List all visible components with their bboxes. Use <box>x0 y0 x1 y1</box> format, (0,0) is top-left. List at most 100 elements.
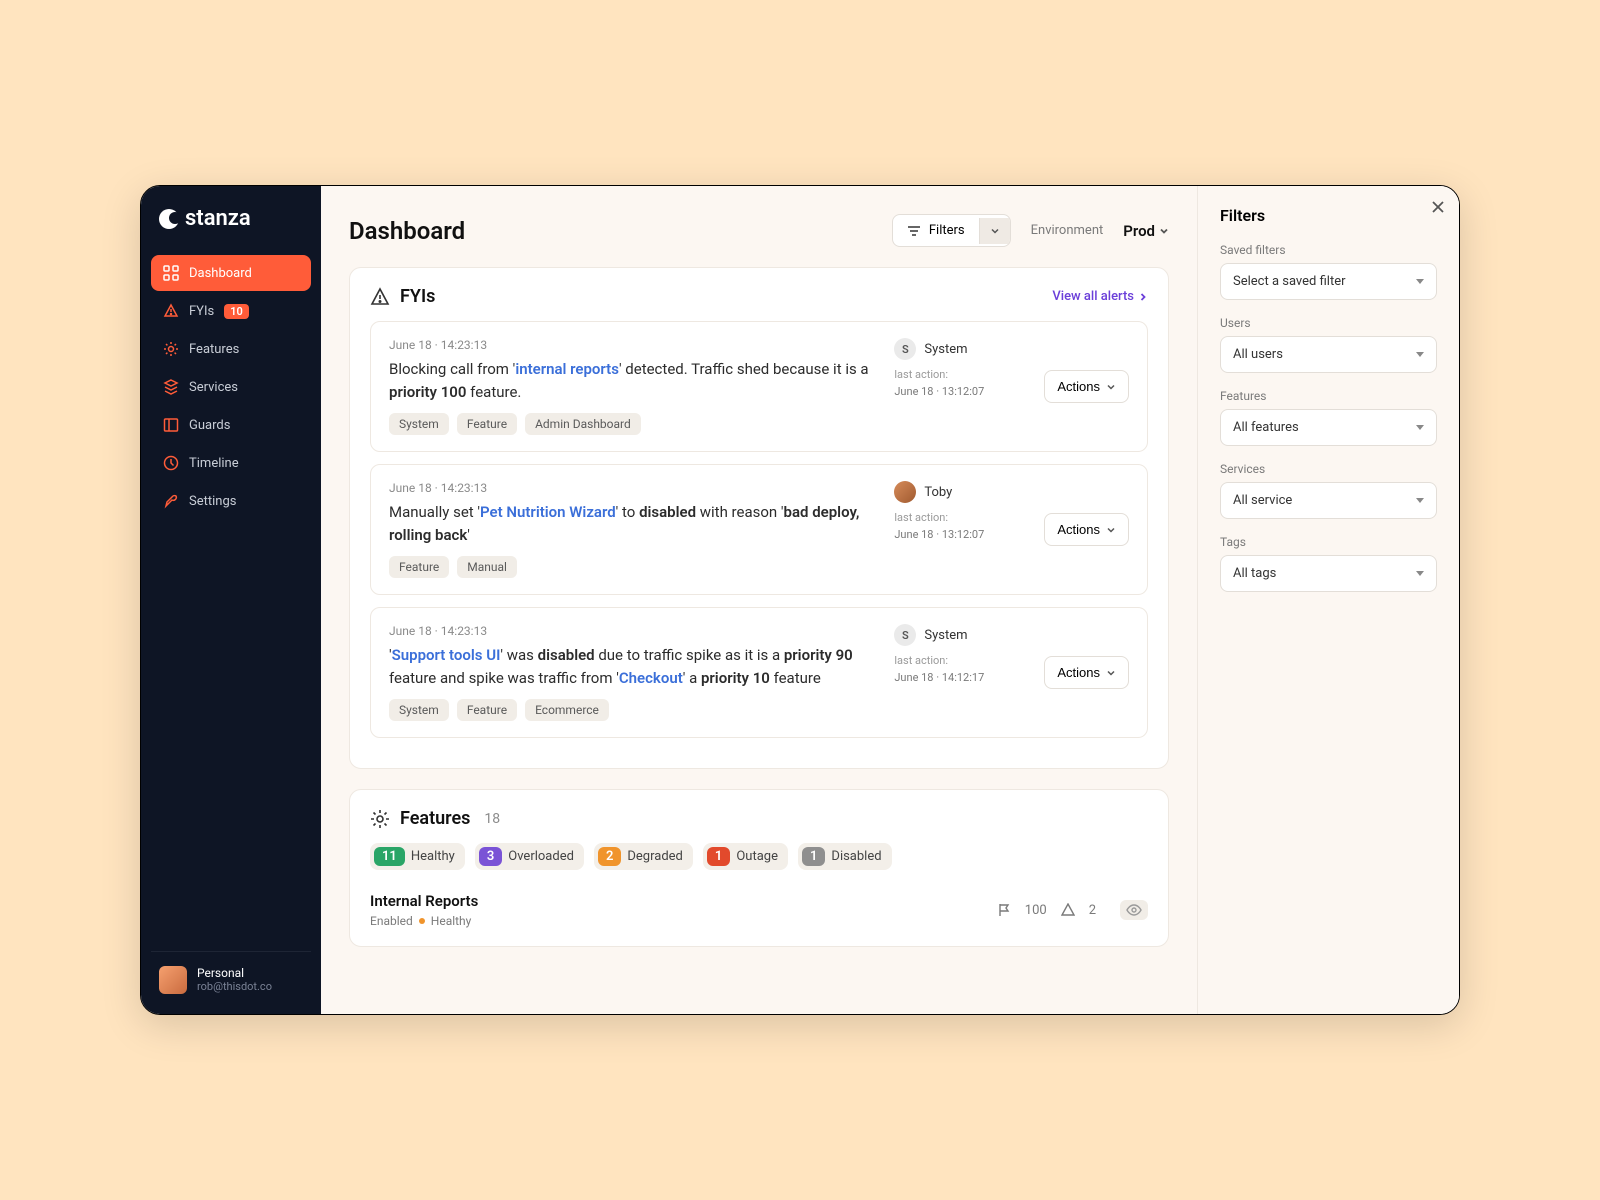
filter-label: Features <box>1220 389 1437 403</box>
alert-item: June 18 · 14:23:13 Blocking call from 'i… <box>370 321 1148 452</box>
logo-icon <box>159 209 179 229</box>
sidebar: stanza Dashboard FYIs 10 Features <box>141 186 321 1014</box>
actions-label: Actions <box>1057 379 1100 394</box>
alert-timestamp: June 18 · 14:23:13 <box>389 624 874 638</box>
chevron-down-icon <box>1106 382 1116 392</box>
alert-timestamp: June 18 · 14:23:13 <box>389 338 874 352</box>
alert-meta: Toby last action: June 18 · 13:12:07 <box>894 481 1024 578</box>
sidebar-item-fyis[interactable]: FYIs 10 <box>151 293 311 329</box>
sidebar-item-label: Dashboard <box>189 266 252 281</box>
tag[interactable]: Feature <box>389 556 449 578</box>
filters-button-label: Filters <box>929 223 965 238</box>
filter-features: Features All features <box>1220 389 1437 446</box>
sidebar-item-dashboard[interactable]: Dashboard <box>151 255 311 291</box>
last-action-label: last action: <box>894 511 948 524</box>
gear-icon <box>163 341 179 357</box>
actor-initial: S <box>894 624 916 646</box>
alert-feature-link[interactable]: Checkout <box>619 669 683 687</box>
services-select[interactable]: All service <box>1220 482 1437 519</box>
features-stats: 11Healthy 3Overloaded 2Degraded 1Outage … <box>370 843 1148 870</box>
sidebar-item-services[interactable]: Services <box>151 369 311 405</box>
actions-button[interactable]: Actions <box>1044 513 1129 546</box>
sidebar-item-label: FYIs <box>189 304 214 319</box>
stat-outage[interactable]: 1Outage <box>703 843 788 870</box>
feature-name: Internal Reports <box>370 892 981 910</box>
alert-message: Blocking call from 'internal reports' de… <box>389 358 874 403</box>
chevron-down-icon <box>1106 525 1116 535</box>
fyis-card-header: FYIs View all alerts <box>370 286 1148 307</box>
alert-feature-link[interactable]: Support tools UI <box>392 646 501 664</box>
saved-filters-select[interactable]: Select a saved filter <box>1220 263 1437 300</box>
stat-overloaded[interactable]: 3Overloaded <box>475 843 584 870</box>
nav: Dashboard FYIs 10 Features Services <box>151 255 311 951</box>
tag[interactable]: System <box>389 413 449 435</box>
actions-button[interactable]: Actions <box>1044 656 1129 689</box>
tags-select[interactable]: All tags <box>1220 555 1437 592</box>
features-select[interactable]: All features <box>1220 409 1437 446</box>
actions-label: Actions <box>1057 522 1100 537</box>
sidebar-item-label: Guards <box>189 418 230 433</box>
alert-icon <box>1061 903 1075 917</box>
tag[interactable]: System <box>389 699 449 721</box>
chevron-down-icon <box>1106 668 1116 678</box>
sidebar-item-label: Timeline <box>189 456 239 471</box>
wrench-icon <box>163 493 179 509</box>
environment-label: Environment <box>1031 223 1104 238</box>
layout-icon <box>163 417 179 433</box>
last-action-label: last action: <box>894 368 948 381</box>
filter-users: Users All users <box>1220 316 1437 373</box>
fyis-title: FYIs <box>400 286 435 307</box>
sidebar-item-label: Features <box>189 342 239 357</box>
user-email: rob@thisdot.co <box>197 980 272 993</box>
feature-meta: 100 2 <box>997 900 1148 920</box>
tag[interactable]: Feature <box>457 413 517 435</box>
select-value: All users <box>1233 347 1283 362</box>
eye-icon[interactable] <box>1120 900 1148 920</box>
sidebar-item-settings[interactable]: Settings <box>151 483 311 519</box>
tag[interactable]: Manual <box>457 556 517 578</box>
filter-label: Services <box>1220 462 1437 476</box>
features-card: Features 18 11Healthy 3Overloaded 2Degra… <box>349 789 1169 947</box>
alert-tags: System Feature Admin Dashboard <box>389 413 874 435</box>
chevron-down-icon <box>1416 425 1424 430</box>
chevron-down-icon <box>1416 279 1424 284</box>
filter-label: Tags <box>1220 535 1437 549</box>
alert-feature-link[interactable]: internal reports <box>515 360 619 378</box>
page-title: Dashboard <box>349 217 872 245</box>
actions-button[interactable]: Actions <box>1044 370 1129 403</box>
chevron-down-icon <box>1416 352 1424 357</box>
alert-meta: S System last action: June 18 · 13:12:07 <box>894 338 1024 435</box>
user-profile[interactable]: Personal rob@thisdot.co <box>151 951 311 994</box>
filter-tags: Tags All tags <box>1220 535 1437 592</box>
filters-panel: Filters Saved filters Select a saved fil… <box>1197 186 1459 1014</box>
status-dot-icon <box>419 918 425 924</box>
environment-selector[interactable]: Prod <box>1123 222 1169 240</box>
sidebar-item-features[interactable]: Features <box>151 331 311 367</box>
view-all-alerts-link[interactable]: View all alerts <box>1052 289 1148 304</box>
chevron-down-icon <box>990 226 1000 236</box>
filters-dropdown-toggle[interactable] <box>979 218 1010 244</box>
clock-icon <box>163 455 179 471</box>
users-select[interactable]: All users <box>1220 336 1437 373</box>
feature-status: Enabled Healthy <box>370 914 981 928</box>
alert-feature-link[interactable]: Pet Nutrition Wizard <box>480 503 616 521</box>
features-title: Features <box>400 808 470 829</box>
sidebar-item-label: Services <box>189 380 238 395</box>
stat-degraded[interactable]: 2Degraded <box>594 843 693 870</box>
sidebar-item-timeline[interactable]: Timeline <box>151 445 311 481</box>
logo: stanza <box>151 206 311 255</box>
chevron-down-icon <box>1159 226 1169 236</box>
close-icon[interactable] <box>1431 200 1445 214</box>
feature-row[interactable]: Internal Reports Enabled Healthy 100 2 <box>370 884 1148 928</box>
alert-item: June 18 · 14:23:13 'Support tools UI' wa… <box>370 607 1148 738</box>
stat-healthy[interactable]: 11Healthy <box>370 843 465 870</box>
tag[interactable]: Feature <box>457 699 517 721</box>
tag[interactable]: Ecommerce <box>525 699 609 721</box>
stat-disabled[interactable]: 1Disabled <box>798 843 892 870</box>
alert-icon <box>163 303 179 319</box>
flag-count: 100 <box>1025 903 1047 918</box>
sidebar-item-guards[interactable]: Guards <box>151 407 311 443</box>
avatar <box>159 966 187 994</box>
filters-button[interactable]: Filters <box>893 215 979 246</box>
tag[interactable]: Admin Dashboard <box>525 413 641 435</box>
